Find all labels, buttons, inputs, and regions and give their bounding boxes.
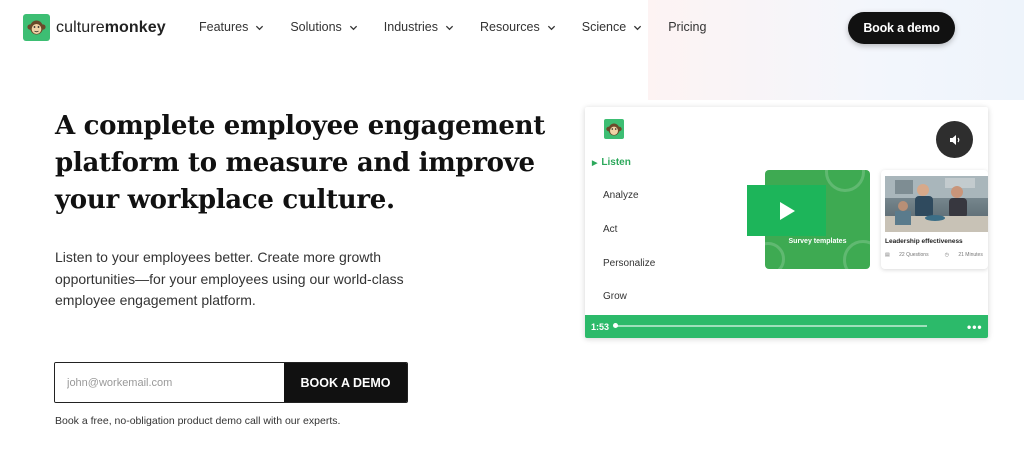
decorative-ring — [765, 242, 785, 269]
nav-label: Features — [199, 20, 249, 34]
hero-title-line: platform to measure and improve — [55, 148, 535, 178]
site-header: culturemonkey Features Solutions Industr… — [0, 0, 1024, 56]
nav-item-pricing[interactable]: Pricing — [668, 20, 706, 34]
speaker-icon — [949, 134, 959, 145]
chevron-down-icon — [256, 25, 264, 30]
demo-note: Book a free, no-obligation product demo … — [55, 415, 341, 427]
more-options-icon[interactable]: ••• — [967, 320, 983, 334]
chevron-down-icon — [445, 25, 454, 30]
monkey-icon — [23, 14, 50, 41]
chapter-listen[interactable]: ▶ Listen — [592, 157, 631, 168]
chevron-down-icon — [349, 25, 357, 30]
nav-label: Pricing — [668, 20, 707, 34]
play-button[interactable] — [747, 185, 826, 236]
progress-knob[interactable] — [613, 323, 618, 328]
demo-signup-form: BOOK A DEMO — [54, 362, 408, 403]
brand-name: culturemonkey — [56, 18, 166, 36]
leadership-card-meta: ▤ 22 Questions ◷ 21 Minutes — [885, 252, 988, 258]
hero-subtitle-line: Listen to your employees better. Create … — [55, 249, 382, 265]
nav-item-resources[interactable]: Resources — [480, 20, 556, 34]
leadership-card-title: Leadership effectiveness — [885, 238, 963, 245]
leadership-effectiveness-card: Leadership effectiveness ▤ 22 Questions … — [881, 170, 988, 269]
play-icon — [779, 201, 795, 220]
brand-logo[interactable]: culturemonkey — [23, 14, 166, 41]
hero-subtitle-line: opportunities—for your employees using o… — [55, 270, 404, 287]
monkey-icon — [604, 119, 624, 139]
hero-subtitle-line: employee engagement platform. — [55, 292, 256, 308]
nav-item-solutions[interactable]: Solutions — [290, 20, 357, 34]
nav-item-features[interactable]: Features — [199, 20, 264, 34]
nav-label: Resources — [479, 20, 540, 34]
nav-label: Science — [581, 20, 627, 34]
email-input[interactable] — [55, 363, 284, 402]
book-demo-submit-button[interactable]: BOOK A DEMO — [284, 363, 407, 402]
nav-item-industries[interactable]: Industries — [384, 20, 454, 34]
play-triangle-icon: ▶ — [592, 160, 598, 167]
product-video-player[interactable]: ▶ Listen Analyze Act Personalize Grow Sur… — [585, 107, 988, 338]
chapter-act[interactable]: Act — [603, 224, 617, 235]
nav-label: Solutions — [290, 20, 342, 34]
survey-templates-label: Survey templates — [788, 238, 847, 245]
team-photo — [885, 176, 988, 232]
hero-title: A complete employee engagement platform … — [55, 108, 575, 219]
nav-label: Industries — [383, 20, 438, 34]
chapter-label: Listen — [601, 157, 631, 168]
questions-count: 22 Questions — [899, 252, 929, 258]
hero-subtitle: Listen to your employees better. Create … — [55, 247, 455, 312]
current-time: 1:53 — [591, 321, 610, 332]
duration-text: 21 Minutes — [958, 252, 983, 258]
nav-item-science[interactable]: Science — [582, 20, 642, 34]
decorative-ring — [825, 170, 865, 192]
hero-title-line: your workplace culture. — [55, 185, 395, 215]
chapter-grow[interactable]: Grow — [603, 291, 627, 302]
sound-toggle-button[interactable] — [936, 121, 973, 158]
progress-track[interactable] — [615, 325, 927, 327]
list-icon: ▤ — [885, 252, 890, 258]
chevron-down-icon — [547, 25, 555, 30]
chapter-analyze[interactable]: Analyze — [603, 190, 639, 201]
main-nav: Features Solutions Industries Resources … — [199, 20, 732, 34]
chevron-down-icon — [634, 25, 642, 30]
clock-icon: ◷ — [944, 252, 949, 258]
hero-title-line: A complete employee engagement — [55, 111, 545, 141]
book-demo-button[interactable]: Book a demo — [848, 12, 955, 44]
chapter-personalize[interactable]: Personalize — [603, 258, 655, 269]
video-controls-bar: 1:53 ••• — [585, 315, 988, 338]
